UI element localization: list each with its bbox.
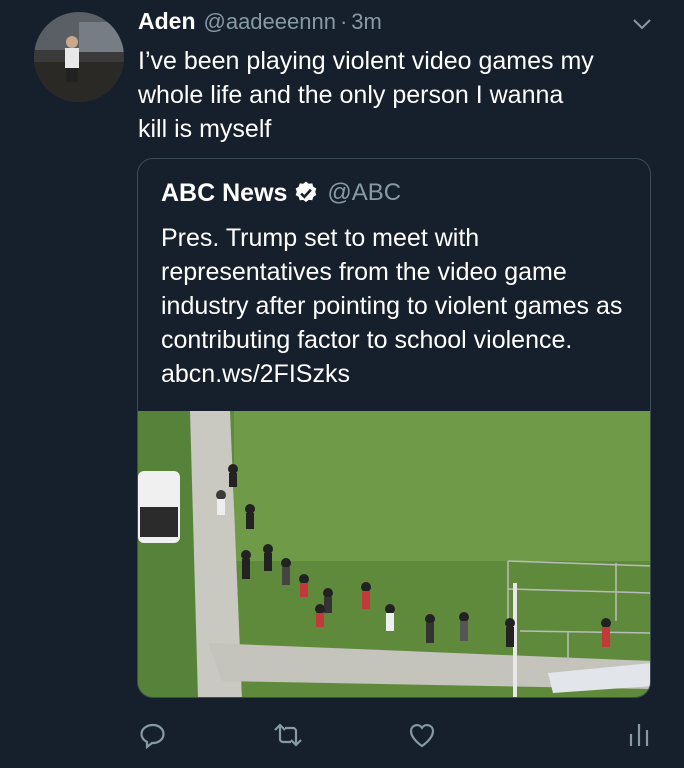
quoted-tweet[interactable]: ABC News @ABC Pres. Trump set to meet wi… [137,158,651,698]
avatar[interactable] [34,12,124,102]
verified-badge-icon [296,181,317,202]
timestamp[interactable]: 3m [351,9,382,35]
retweet-icon[interactable] [271,718,305,752]
reply-icon[interactable] [136,718,170,752]
quoted-tweet-header: ABC News @ABC [161,176,401,210]
author-handle[interactable]: @aadeeennn [204,9,336,35]
tweet-actions [0,718,684,758]
news-photo[interactable] [138,411,651,698]
separator: · [339,9,348,34]
tweet: Aden @aadeeennn · 3m I’ve been playing v… [0,0,684,768]
tweet-header: Aden @aadeeennn · 3m [138,8,382,40]
quoted-author-handle: @ABC [327,179,402,206]
chevron-down-icon[interactable] [630,14,654,34]
quoted-tweet-text: Pres. Trump set to meet with representat… [161,224,623,388]
author-name[interactable]: Aden [138,8,196,35]
analytics-icon[interactable] [622,718,656,752]
quoted-author-name: ABC News [161,178,288,207]
heart-icon[interactable] [405,718,439,752]
avatar-image [34,12,124,102]
tweet-text: I’ve been playing violent video games my… [138,47,594,143]
